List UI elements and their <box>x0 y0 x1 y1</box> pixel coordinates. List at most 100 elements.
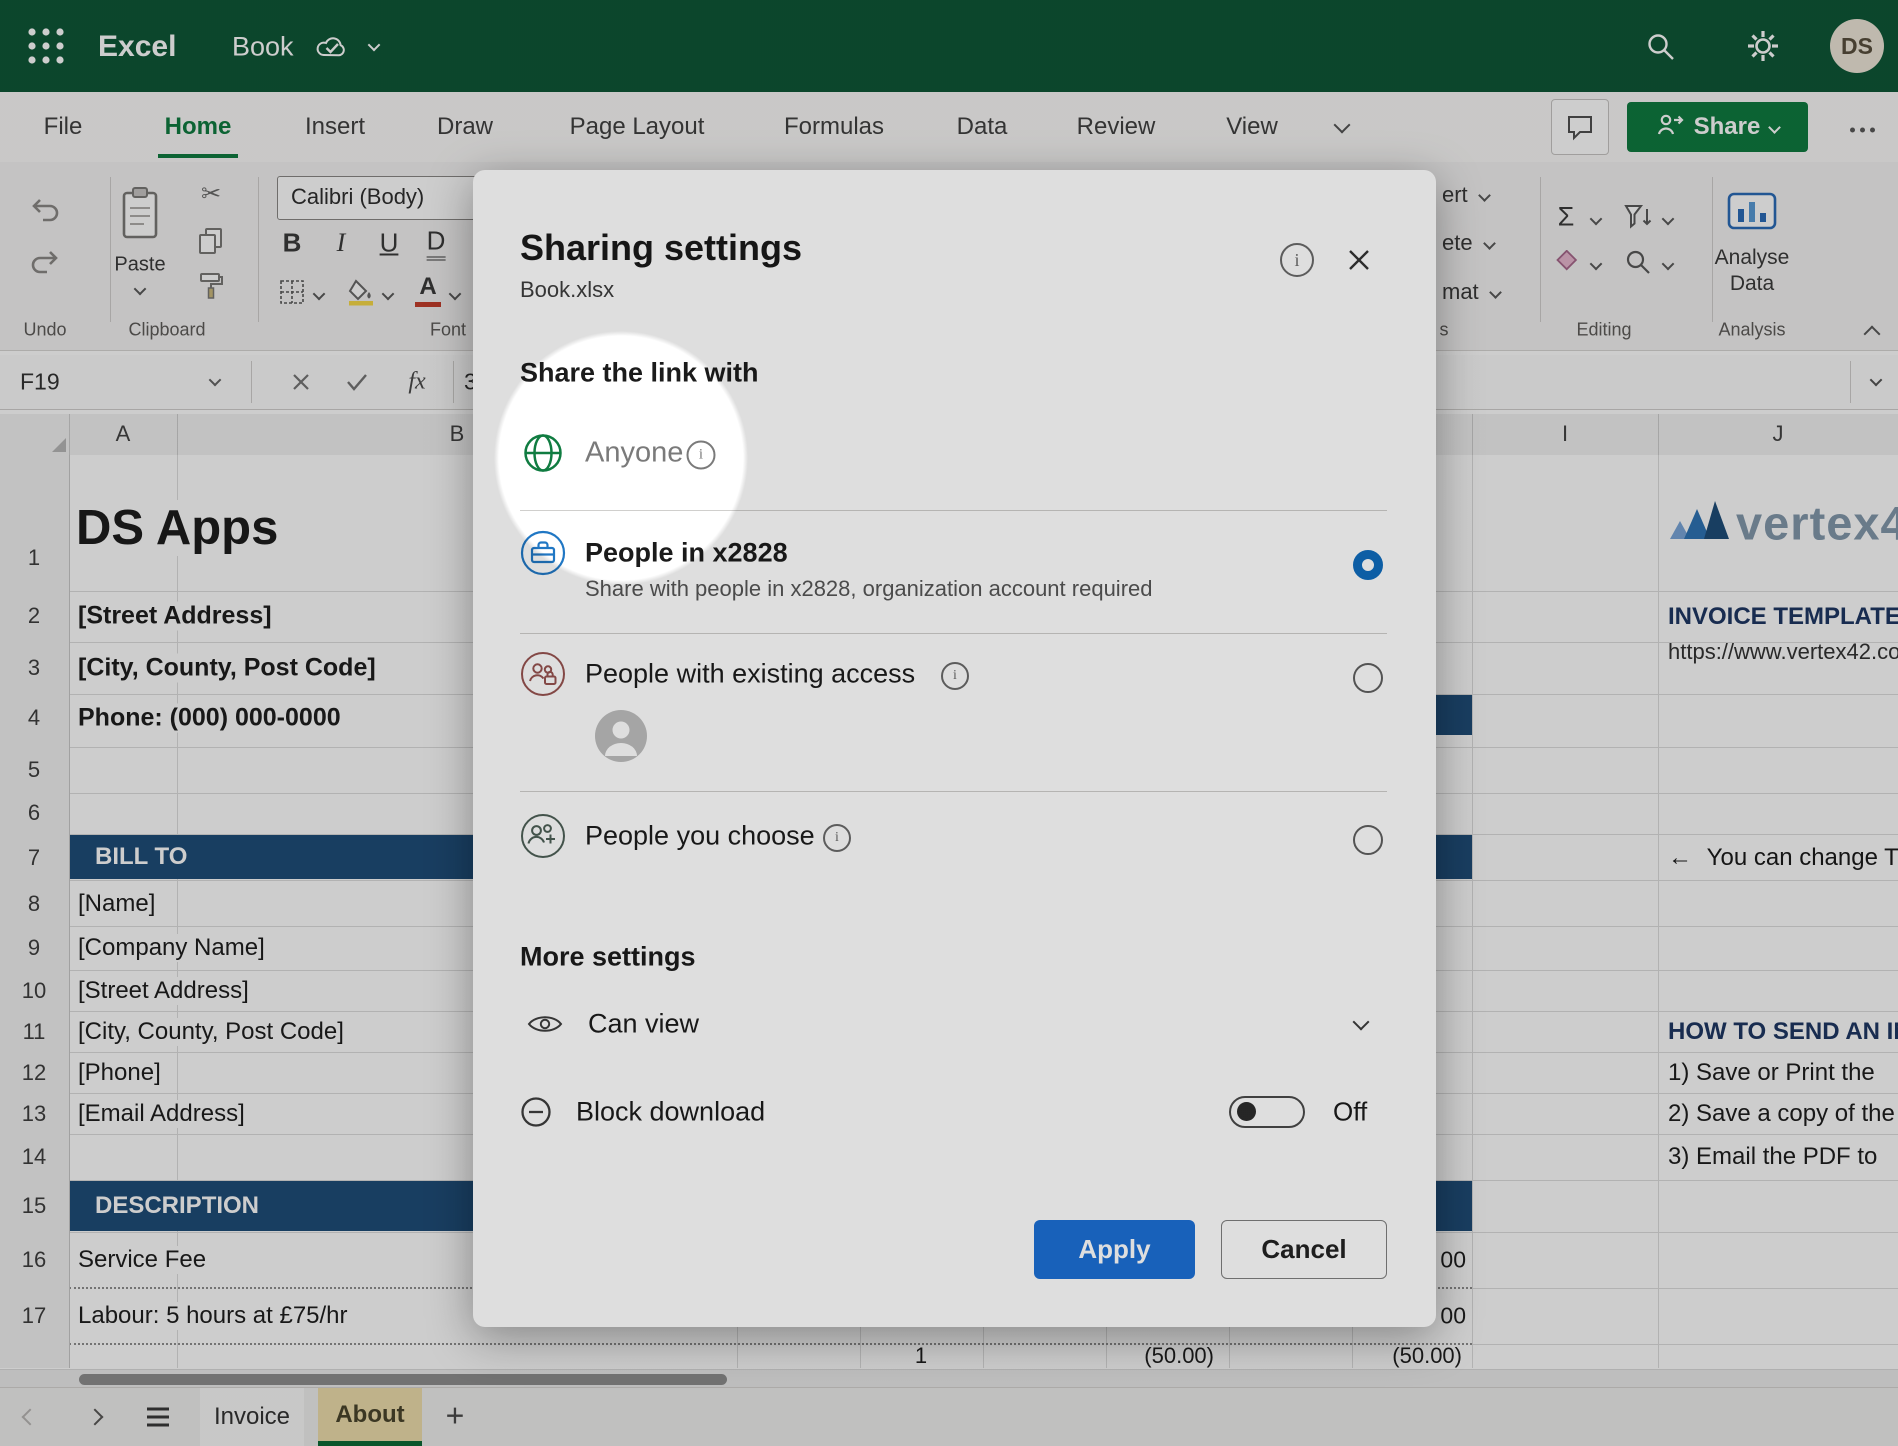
copy-icon[interactable] <box>197 227 225 255</box>
row-header[interactable]: 15 <box>22 1193 46 1219</box>
radio-org[interactable] <box>1353 550 1383 580</box>
row-header[interactable]: 14 <box>22 1144 46 1170</box>
cell-city2[interactable]: [City, County, Post Code] <box>78 1018 352 1046</box>
option-choose-label[interactable]: People you choose <box>585 821 815 852</box>
cell-phone[interactable]: Phone: (000) 000-0000 <box>78 704 349 733</box>
radio-choose[interactable] <box>1353 825 1383 855</box>
cell-street[interactable]: [Street Address] <box>78 602 280 631</box>
menu-tab-file[interactable]: File <box>44 113 83 141</box>
prev-sheet-chevron-icon[interactable] <box>24 1411 36 1423</box>
menu-tab-home[interactable]: Home <box>165 113 232 141</box>
menu-tab-view[interactable]: View <box>1226 113 1278 141</box>
row-header[interactable]: 4 <box>28 705 40 731</box>
ribbon-options-chevron-icon[interactable] <box>1336 119 1348 131</box>
row-header[interactable]: 13 <box>22 1101 46 1127</box>
cell-street2[interactable]: [Street Address] <box>78 977 257 1005</box>
share-button[interactable]: Share <box>1627 102 1808 152</box>
row-header[interactable]: 1 <box>28 545 40 571</box>
paste-label[interactable]: Paste <box>114 254 165 277</box>
name-box-chevron-icon[interactable] <box>211 376 220 385</box>
apply-button[interactable]: Apply <box>1034 1220 1195 1279</box>
paste-chevron-icon[interactable] <box>136 285 145 294</box>
save-status-cloud-icon[interactable] <box>315 34 349 60</box>
menu-tab-formulas[interactable]: Formulas <box>784 113 884 141</box>
scrollbar-thumb[interactable] <box>79 1374 727 1385</box>
sheet-tab-about[interactable]: About <box>318 1388 422 1446</box>
cut-icon[interactable]: ✂ <box>201 180 221 209</box>
horizontal-scrollbar[interactable] <box>0 1369 1898 1388</box>
analyse-data-icon[interactable] <box>1727 192 1777 236</box>
row-header[interactable]: 11 <box>23 1019 46 1045</box>
cell-qty-18[interactable]: 1 <box>915 1343 927 1368</box>
sort-filter-icon[interactable] <box>1623 203 1653 231</box>
analyse-data-label-1[interactable]: Analyse <box>1715 246 1790 270</box>
block-download-toggle[interactable] <box>1229 1096 1305 1128</box>
font-color-chevron-icon[interactable] <box>451 290 460 299</box>
more-ribbon-options-icon[interactable] <box>1847 128 1877 133</box>
name-box[interactable]: F19 <box>20 369 60 396</box>
cell-amount-18b[interactable]: (50.00) <box>1392 1343 1462 1368</box>
fill-color-chevron-icon[interactable] <box>384 290 393 299</box>
delete-cells-partial[interactable]: ete <box>1442 230 1494 256</box>
menu-tab-draw[interactable]: Draw <box>437 113 493 141</box>
cell-amount-16[interactable]: 00 <box>1440 1247 1466 1274</box>
existing-info-icon[interactable] <box>941 662 969 690</box>
italic-button[interactable]: I <box>337 228 346 258</box>
cancel-button[interactable]: Cancel <box>1221 1220 1387 1279</box>
menu-tab-insert[interactable]: Insert <box>305 113 365 141</box>
column-header-j[interactable]: J <box>1773 421 1784 447</box>
column-header-b[interactable]: B <box>450 421 465 447</box>
row-header[interactable]: 9 <box>28 935 40 961</box>
cell-company-name[interactable]: [Company Name] <box>78 934 273 962</box>
insert-cells-partial[interactable]: ert <box>1442 182 1489 208</box>
app-launcher-waffle-icon[interactable] <box>25 25 67 67</box>
expand-formula-bar-chevron-icon[interactable] <box>1872 376 1881 385</box>
row-header[interactable]: 17 <box>22 1303 46 1329</box>
cell-name[interactable]: [Name] <box>78 890 163 918</box>
next-sheet-chevron-icon[interactable] <box>89 1411 101 1423</box>
find-icon[interactable] <box>1624 248 1652 276</box>
dialog-info-icon[interactable] <box>1280 243 1314 277</box>
add-sheet-icon[interactable]: + <box>446 1398 465 1435</box>
sheet-list-menu-icon[interactable] <box>147 1408 169 1427</box>
row-header[interactable]: 16 <box>22 1247 46 1273</box>
fill-color-icon[interactable] <box>347 278 375 306</box>
fx-icon[interactable]: fx <box>408 369 425 396</box>
formula-cancel-icon[interactable] <box>291 372 311 392</box>
row-header[interactable]: 6 <box>28 800 40 826</box>
permission-level-label[interactable]: Can view <box>588 1009 699 1040</box>
clear-icon[interactable] <box>1551 250 1581 274</box>
formula-enter-icon[interactable] <box>346 373 368 391</box>
menu-tab-page-layout[interactable]: Page Layout <box>570 113 705 141</box>
cell-company-title[interactable]: DS Apps <box>76 500 286 556</box>
cell-service-fee[interactable]: Service Fee <box>78 1246 214 1274</box>
sheet-tab-invoice[interactable]: Invoice <box>200 1388 304 1446</box>
document-name[interactable]: Book <box>232 32 294 63</box>
autosum-icon[interactable]: Σ <box>1558 202 1575 233</box>
cell-city[interactable]: [City, County, Post Code] <box>78 654 384 683</box>
paste-icon[interactable] <box>119 186 161 242</box>
column-header-i[interactable]: I <box>1562 421 1568 447</box>
option-anyone-label[interactable]: Anyone <box>585 437 683 470</box>
anyone-info-icon[interactable] <box>687 441 716 470</box>
row-header[interactable]: 7 <box>28 845 40 871</box>
menu-tab-data[interactable]: Data <box>957 113 1008 141</box>
radio-existing[interactable] <box>1353 663 1383 693</box>
choose-info-icon[interactable] <box>823 824 851 852</box>
select-all-corner[interactable] <box>52 438 66 452</box>
double-underline-button[interactable]: D <box>427 226 446 261</box>
analyse-data-label-2[interactable]: Data <box>1730 272 1774 296</box>
cell-amount-18a[interactable]: (50.00) <box>1144 1343 1214 1368</box>
row-header[interactable]: 5 <box>28 757 40 783</box>
font-color-icon[interactable]: A <box>415 273 441 307</box>
cell-phone2[interactable]: [Phone] <box>78 1059 169 1087</box>
dialog-close-icon[interactable] <box>1345 246 1373 274</box>
column-header-a[interactable]: A <box>116 421 131 447</box>
option-org-label[interactable]: People in x2828 <box>585 538 788 569</box>
cell-labour[interactable]: Labour: 5 hours at £75/hr <box>78 1302 356 1330</box>
block-download-label[interactable]: Block download <box>576 1097 765 1128</box>
comments-button[interactable] <box>1551 99 1609 155</box>
cell-description-header[interactable]: DESCRIPTION <box>95 1192 259 1220</box>
cell-bill-to[interactable]: BILL TO <box>95 843 187 871</box>
row-header[interactable]: 3 <box>28 655 40 681</box>
